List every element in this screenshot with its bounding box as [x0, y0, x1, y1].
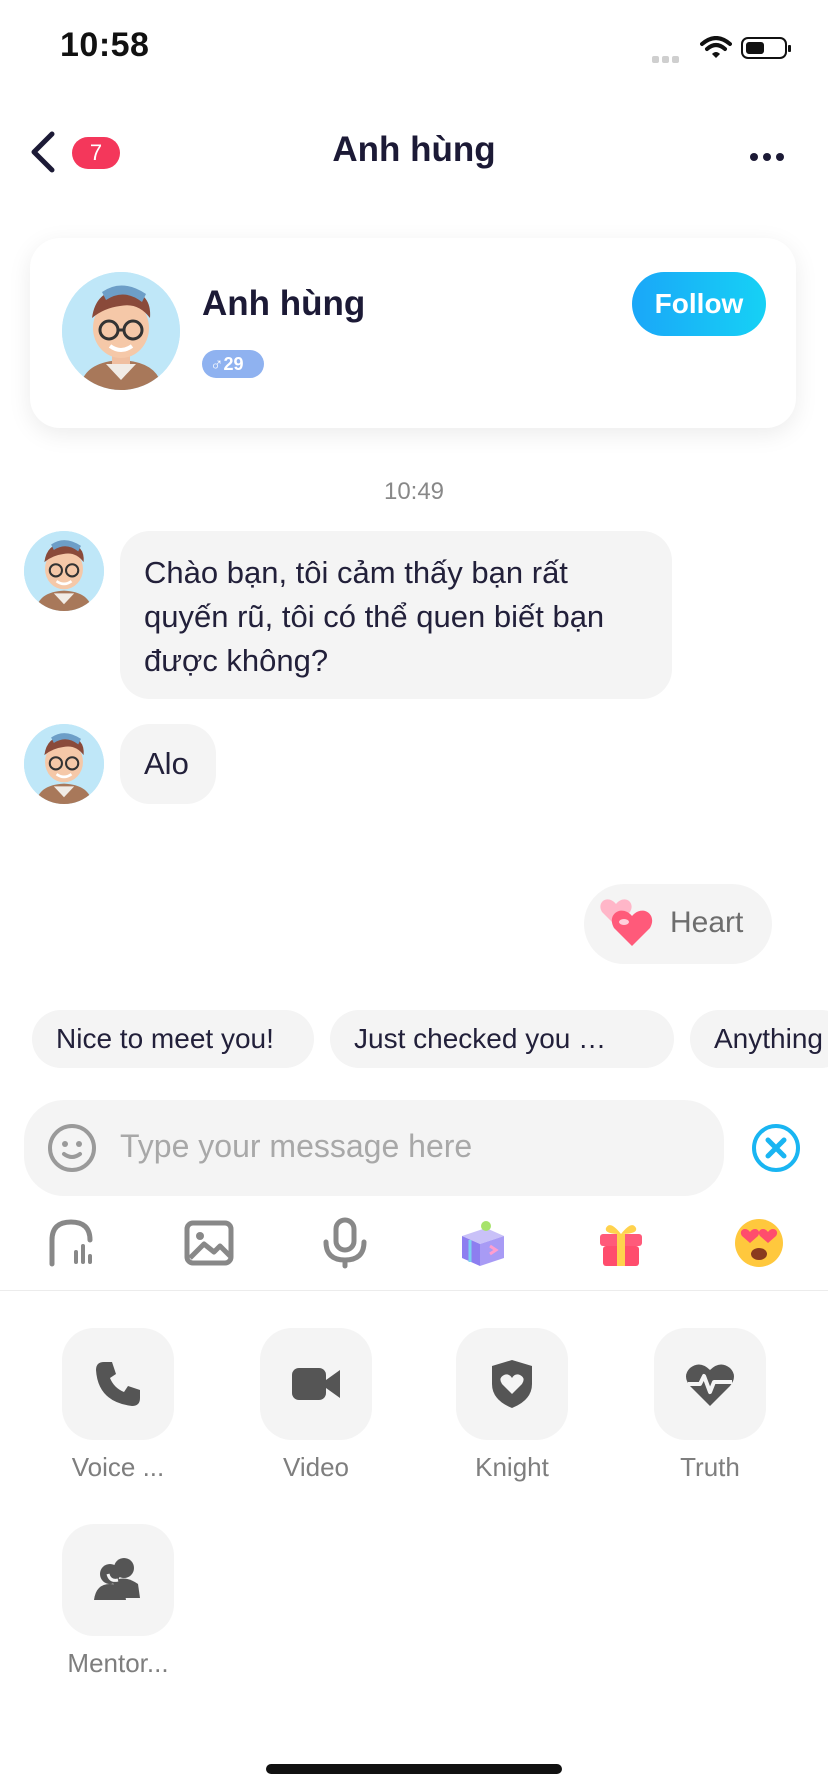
knight-label: Knight [475, 1452, 549, 1482]
page-title: Anh hùng [332, 130, 496, 169]
truth-button[interactable] [654, 1328, 766, 1440]
phone-icon [96, 1362, 140, 1406]
home-indicator [266, 1764, 562, 1774]
battery-icon [741, 37, 791, 59]
message-bubble[interactable]: Chào bạn, tôi cảm thấy bạn rất quyến rũ,… [120, 531, 672, 699]
quick-reply-chip[interactable]: Nice to meet you! [32, 1010, 314, 1068]
truth-label: Truth [680, 1452, 740, 1482]
divider [0, 1290, 828, 1291]
present-icon[interactable] [594, 1216, 648, 1270]
heart-eyes-emoji-icon[interactable] [732, 1216, 786, 1270]
video-camera-icon [292, 1368, 340, 1400]
mentor-button[interactable] [62, 1524, 174, 1636]
video-call-label: Video [282, 1452, 350, 1482]
message-timestamp: 10:49 [383, 478, 445, 505]
message-placeholder: Type your message here [120, 1128, 473, 1164]
heartbeat-icon [686, 1364, 734, 1406]
image-icon[interactable] [182, 1216, 236, 1270]
voice-call-label: Voice ... [71, 1452, 165, 1482]
age-value: 29 [223, 354, 244, 374]
voice-room-icon[interactable] [44, 1216, 98, 1270]
microphone-icon[interactable] [318, 1216, 372, 1270]
close-icon[interactable] [750, 1122, 802, 1179]
quick-reply-chip[interactable]: Just checked you … [330, 1010, 674, 1068]
sticker-label: Heart [670, 906, 744, 939]
male-icon: ♂ [210, 354, 224, 374]
emoji-icon[interactable] [46, 1122, 98, 1179]
more-options-icon[interactable] [750, 148, 789, 166]
voice-call-button[interactable] [62, 1328, 174, 1440]
heart-icon [598, 894, 658, 957]
message-bubble[interactable]: Alo [120, 724, 216, 804]
profile-name: Anh hùng [202, 284, 366, 323]
mentor-label: Mentor... [67, 1648, 169, 1678]
video-call-button[interactable] [260, 1328, 372, 1440]
avatar[interactable] [24, 531, 104, 611]
wifi-icon [700, 36, 732, 65]
shield-heart-icon [492, 1360, 532, 1408]
quick-reply-chip[interactable]: Anything [690, 1010, 828, 1068]
avatar[interactable] [62, 272, 180, 390]
status-time: 10:58 [60, 26, 150, 64]
gender-age-badge: ♂29 [202, 350, 264, 378]
cellular-signal-icon [652, 50, 682, 68]
people-icon [94, 1558, 140, 1600]
knight-button[interactable] [456, 1328, 568, 1440]
avatar[interactable] [24, 724, 104, 804]
follow-button[interactable]: Follow [632, 272, 766, 336]
gift-box-icon[interactable] [456, 1216, 510, 1270]
